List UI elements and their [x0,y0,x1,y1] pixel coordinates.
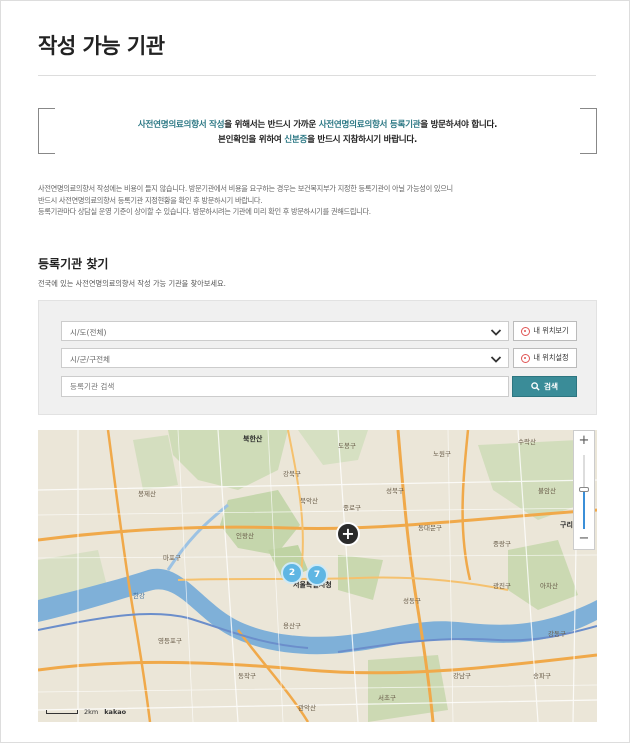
notice-bracket-right [580,108,597,154]
map-label: 종로구 [343,504,361,512]
map-label: 성동구 [403,597,421,605]
zoom-control: + − [573,430,595,550]
location-target-icon [521,326,531,336]
map-label: 북악산 [300,497,318,505]
map-label: 중랑구 [493,540,511,548]
notice-line-1: 사전연명의료의향서 작성을 위해서는 반드시 가까운 사전연명의료의향서 등록기… [38,118,597,130]
map-label: 서초구 [378,694,396,702]
map-view[interactable]: 북한산 도봉구 노원구 강북구 수락산 불암산 봉제산 인왕산 북악산 종로구 … [38,430,597,722]
my-location-plus-icon[interactable]: + [336,522,360,546]
map-label: 봉제산 [138,490,156,498]
search-button[interactable]: 검색 [512,376,577,397]
search-panel: 시/도(전체) 내 위치보기 시/군/구전체 내 위치설정 검색 [38,300,597,415]
finder-subtitle: 전국에 있는 사전연명의료의향서 작성 가능 기관을 찾아보세요. [38,279,226,288]
description: 사전연명의료의향서 작성에는 비용이 들지 않습니다. 방문기관에서 비용을 요… [38,183,598,218]
map-label: 한강 [133,592,145,600]
description-line: 등록기관마다 상담실 운영 기준이 상이할 수 있습니다. 방문하시려는 기관에… [38,207,371,216]
sido-select-value: 시/도(전체) [70,328,107,337]
map-label: 구리 [560,521,573,529]
chevron-down-icon [490,356,502,363]
search-icon [531,382,540,391]
notice-line-2: 본인확인을 위하여 신분증을 반드시 지참하시기 바랍니다. [38,133,597,145]
finder-title: 등록기관 찾기 [38,257,109,271]
map-label: 광진구 [493,582,511,590]
map-label: 아차산 [540,582,558,590]
location-target-icon [521,353,531,363]
map-label: 노원구 [433,450,451,458]
map-label: 강남구 [453,672,471,680]
map-label: 수락산 [518,438,536,446]
map-label: 관악산 [298,704,316,712]
notice-box: 사전연명의료의향서 작성을 위해서는 반드시 가까운 사전연명의료의향서 등록기… [38,108,597,154]
map-label: 용산구 [283,622,301,630]
zoom-slider-handle[interactable] [579,487,589,492]
map-cluster-marker[interactable]: 7 [306,564,328,586]
map-label: 동대문구 [418,524,442,532]
map-label: 북한산 [243,435,263,443]
set-my-location-button[interactable]: 내 위치설정 [513,348,577,368]
set-my-location-label: 내 위치설정 [533,353,569,362]
map-label: 강동구 [548,630,566,638]
zoom-slider-fill [583,489,585,529]
view-my-location-label: 내 위치보기 [533,326,569,335]
view-my-location-button[interactable]: 내 위치보기 [513,321,577,341]
map-label: 인왕산 [236,532,254,540]
notice-bracket-left [38,108,55,154]
map-label: 성북구 [386,487,404,495]
zoom-out-button[interactable]: − [574,531,594,547]
sigungu-select-value: 시/군/구전체 [70,355,111,364]
scale-bar [46,710,78,714]
sido-select[interactable]: 시/도(전체) [61,321,509,341]
map-label: 강북구 [283,470,301,478]
notice-highlight: 신분증 [284,135,308,145]
map-cluster-marker[interactable]: 2 [281,562,303,584]
zoom-in-button[interactable]: + [574,433,594,449]
notice-text: 본인확인을 위하여 [218,135,285,145]
map-label: 송파구 [533,672,551,680]
title-divider [38,75,596,76]
map-label: 동작구 [238,672,256,680]
description-line: 반드시 사전연명의료의향서 등록기관 지정현황을 확인 후 방문하시기 바랍니다… [38,195,263,205]
chevron-down-icon [490,329,502,336]
notice-text: 을 위해서는 반드시 가까운 [224,120,319,130]
map-label: 마포구 [163,554,181,562]
notice-text: 을 반드시 지참하시기 바랍니다. [307,135,417,145]
map-brand-logo: kakao [104,708,127,716]
map-label: 도봉구 [338,442,356,450]
page-title: 작성 가능 기관 [38,34,165,58]
description-line: 사전연명의료의향서 작성에는 비용이 들지 않습니다. 방문기관에서 비용을 요… [38,184,453,193]
notice-highlight: 사전연명의료의향서 작성 [137,120,225,130]
notice-text: 을 방문하셔야 합니다. [420,120,498,130]
map-scale: 2km kakao [46,708,126,716]
institution-search-input[interactable] [61,376,509,397]
sigungu-select[interactable]: 시/군/구전체 [61,348,509,368]
search-button-label: 검색 [544,382,558,391]
map-label: 영등포구 [158,637,182,645]
map-label: 불암산 [538,487,556,495]
scale-label: 2km [84,708,99,716]
notice-highlight: 사전연명의료의향서 등록기관 [318,120,421,130]
